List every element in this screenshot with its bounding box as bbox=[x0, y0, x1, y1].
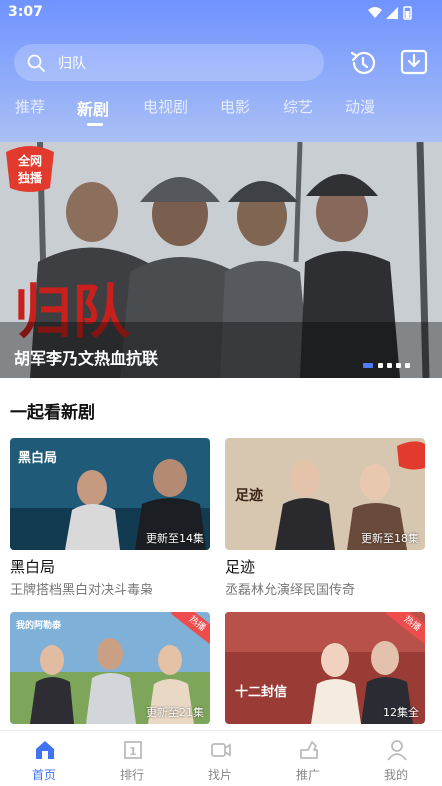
nav-label: 找片 bbox=[207, 768, 232, 782]
svg-text:黑白局: 黑白局 bbox=[18, 450, 57, 466]
banner-artwork: 归队 bbox=[0, 142, 442, 378]
drama-poster[interactable]: 黑白局 更新至14集 bbox=[10, 438, 210, 550]
nav-mine[interactable]: 我的 bbox=[352, 731, 440, 786]
video-search-icon bbox=[211, 743, 231, 757]
status-bar: 3:07 bbox=[0, 0, 442, 26]
drama-title[interactable]: 足迹 bbox=[225, 556, 255, 577]
bottom-navigation: 首页 1 排行 找片 推广 我的 bbox=[0, 730, 442, 786]
download-icon[interactable] bbox=[398, 46, 430, 78]
drama-poster[interactable]: 我的阿勒泰 热播 更新至21集 bbox=[10, 612, 210, 724]
drama-title[interactable]: 黑白局 bbox=[10, 556, 55, 577]
exclusive-badge: 全网 独播 bbox=[6, 146, 54, 192]
svg-text:我的阿勒泰: 我的阿勒泰 bbox=[16, 619, 62, 631]
search-icon bbox=[27, 54, 45, 72]
carousel-dot[interactable] bbox=[363, 363, 373, 368]
nav-promote[interactable]: 推广 bbox=[264, 731, 352, 786]
svg-text:全网: 全网 bbox=[17, 153, 42, 168]
episode-status: 更新至14集 bbox=[146, 532, 204, 545]
ranking-icon: 1 bbox=[124, 741, 142, 759]
nav-label: 我的 bbox=[383, 768, 408, 782]
drama-description: 王牌搭档黑白对决斗毒枭 bbox=[10, 583, 154, 598]
tab-variety[interactable]: 综艺 bbox=[283, 96, 313, 117]
svg-text:十二封信: 十二封信 bbox=[235, 684, 287, 700]
carousel-dot[interactable] bbox=[396, 363, 401, 368]
category-tabs: 推荐 新剧 电视剧 电影 综艺 动漫 bbox=[0, 96, 442, 132]
tab-movies[interactable]: 电影 bbox=[220, 96, 250, 117]
status-time: 3:07 bbox=[8, 4, 43, 20]
drama-poster[interactable]: 十二封信 热播 12集全 bbox=[225, 612, 425, 724]
active-tab-indicator bbox=[87, 123, 103, 126]
history-icon[interactable] bbox=[346, 47, 378, 79]
drama-poster[interactable]: 足迹 更新至18集 bbox=[225, 438, 425, 550]
nav-ranking[interactable]: 1 排行 bbox=[88, 731, 176, 786]
drama-description: 丞磊林允演绎民国传奇 bbox=[225, 583, 356, 598]
carousel-dot[interactable] bbox=[378, 363, 383, 368]
home-icon bbox=[36, 741, 54, 759]
tab-new-drama[interactable]: 新剧 bbox=[77, 96, 109, 120]
hero-banner[interactable]: 归队 全网 独播 胡军李乃文热血抗联 bbox=[0, 142, 442, 378]
search-bar[interactable]: 归队 bbox=[14, 44, 324, 81]
profile-icon bbox=[387, 740, 407, 761]
episode-status: 12集全 bbox=[383, 706, 419, 719]
nav-label: 推广 bbox=[295, 768, 320, 782]
svg-text:独播: 独播 bbox=[17, 170, 43, 185]
search-input[interactable]: 归队 bbox=[58, 53, 86, 73]
carousel-dot[interactable] bbox=[405, 363, 410, 368]
carousel-dot[interactable] bbox=[387, 363, 392, 368]
nav-find[interactable]: 找片 bbox=[176, 731, 264, 786]
header: 3:07 归队 推荐 新剧 电视剧 电影 综艺 动漫 bbox=[0, 0, 442, 142]
tab-tv-series[interactable]: 电视剧 bbox=[143, 96, 188, 117]
tab-recommend[interactable]: 推荐 bbox=[15, 96, 45, 117]
status-icons bbox=[368, 6, 412, 20]
svg-text:足迹: 足迹 bbox=[235, 487, 263, 504]
section-title: 一起看新剧 bbox=[10, 403, 95, 423]
nav-label: 排行 bbox=[119, 768, 144, 782]
episode-status: 更新至21集 bbox=[146, 706, 204, 719]
tab-anime[interactable]: 动漫 bbox=[345, 96, 375, 117]
nav-label: 首页 bbox=[31, 768, 56, 782]
share-icon bbox=[300, 741, 318, 759]
svg-text:1: 1 bbox=[129, 745, 137, 758]
banner-caption: 胡军李乃文热血抗联 bbox=[14, 349, 159, 368]
nav-home[interactable]: 首页 bbox=[0, 731, 88, 786]
carousel-dots bbox=[363, 363, 411, 369]
episode-status: 更新至18集 bbox=[361, 532, 419, 545]
